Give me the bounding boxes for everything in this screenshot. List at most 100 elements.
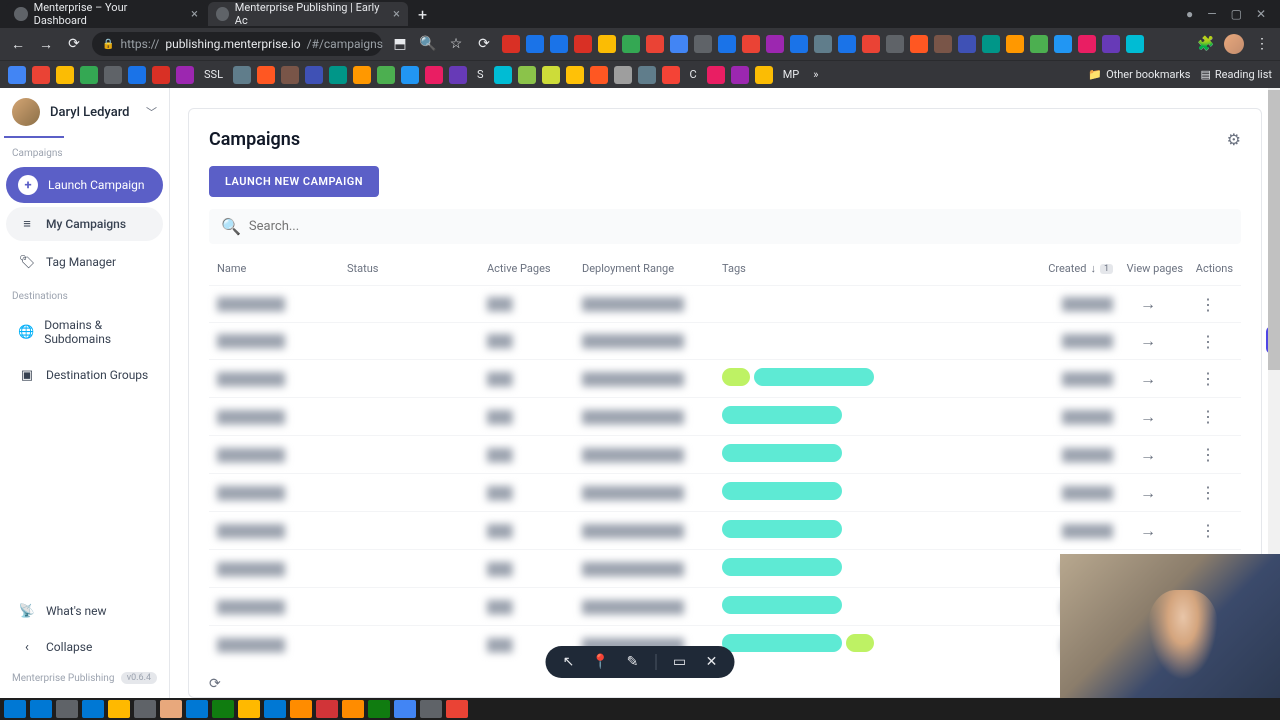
row-actions-button[interactable]: ⋮: [1200, 521, 1216, 540]
sidebar-item-whats-new[interactable]: 📡 What's new: [6, 594, 163, 628]
close-icon[interactable]: ×: [393, 7, 400, 22]
bookmark-icon[interactable]: [104, 66, 122, 84]
col-name[interactable]: Name: [217, 262, 347, 275]
user-menu[interactable]: Daryl Ledyard ﹀: [0, 88, 169, 136]
taskbar-app[interactable]: [264, 700, 286, 718]
bookmarks-overflow[interactable]: »: [809, 68, 822, 81]
extension-icon[interactable]: [598, 35, 616, 53]
settings-icon[interactable]: ⚙: [1227, 130, 1241, 149]
row-actions-button[interactable]: ⋮: [1200, 445, 1216, 464]
zoom-icon[interactable]: 🔍: [418, 36, 438, 52]
extension-icon[interactable]: [550, 35, 568, 53]
row-actions-button[interactable]: ⋮: [1200, 407, 1216, 426]
bookmark-icon[interactable]: [80, 66, 98, 84]
record-icon[interactable]: ●: [1186, 7, 1193, 21]
bookmark-icon[interactable]: [233, 66, 251, 84]
bookmark-icon[interactable]: [614, 66, 632, 84]
bookmark-label[interactable]: C: [686, 68, 701, 81]
bookmark-icon[interactable]: [755, 66, 773, 84]
pointer-tool-icon[interactable]: ↖: [560, 654, 578, 670]
taskbar-app[interactable]: [238, 700, 260, 718]
bookmark-icon[interactable]: [662, 66, 680, 84]
bookmark-icon[interactable]: [257, 66, 275, 84]
bookmark-icon[interactable]: [281, 66, 299, 84]
bookmark-icon[interactable]: [449, 66, 467, 84]
bookmark-icon[interactable]: [425, 66, 443, 84]
taskbar-app[interactable]: [186, 700, 208, 718]
extension-icon[interactable]: [574, 35, 592, 53]
extension-icon[interactable]: [766, 35, 784, 53]
reload-button[interactable]: ⟳: [64, 36, 84, 52]
extension-icon[interactable]: [502, 35, 520, 53]
launch-new-campaign-button[interactable]: LAUNCH NEW CAMPAIGN: [209, 166, 379, 197]
extension-icon[interactable]: [958, 35, 976, 53]
taskbar-app[interactable]: [368, 700, 390, 718]
bookmark-label[interactable]: MP: [779, 68, 804, 81]
table-row[interactable]: ████████ ███ ████████████ ██████ → ⋮: [209, 435, 1241, 473]
view-pages-button[interactable]: →: [1140, 445, 1156, 464]
start-button[interactable]: [4, 700, 26, 718]
extension-icon[interactable]: [694, 35, 712, 53]
table-row[interactable]: ████████ ███ ████████████ ██████ → ⋮: [209, 473, 1241, 511]
view-pages-button[interactable]: →: [1140, 369, 1156, 388]
bookmark-icon[interactable]: [566, 66, 584, 84]
taskbar-app[interactable]: [212, 700, 234, 718]
col-active-pages[interactable]: Active Pages: [487, 262, 582, 275]
extension-icon[interactable]: [670, 35, 688, 53]
star-icon[interactable]: ☆: [446, 36, 466, 52]
extension-icon[interactable]: [814, 35, 832, 53]
reading-list-button[interactable]: ▤ Reading list: [1201, 68, 1273, 81]
sidebar-item-tag-manager[interactable]: 🏷 Tag Manager: [6, 245, 163, 279]
extensions-icon[interactable]: 🧩: [1196, 36, 1216, 52]
close-window-icon[interactable]: ✕: [1256, 7, 1266, 21]
browser-tab[interactable]: Menterprise – Your Dashboard ×: [6, 2, 206, 26]
taskbar-app[interactable]: [420, 700, 442, 718]
browser-tab-active[interactable]: Menterprise Publishing | Early Ac ×: [208, 2, 408, 26]
view-pages-button[interactable]: →: [1140, 483, 1156, 502]
pin-tool-icon[interactable]: 📍: [592, 654, 610, 670]
col-deployment-range[interactable]: Deployment Range: [582, 262, 722, 275]
sidebar-item-my-campaigns[interactable]: ≡ My Campaigns: [6, 207, 163, 241]
extension-icon[interactable]: [718, 35, 736, 53]
screen-tool-icon[interactable]: ▭: [671, 654, 689, 670]
close-toolbar-icon[interactable]: ✕: [703, 654, 721, 670]
bookmark-icon[interactable]: [56, 66, 74, 84]
search-bar[interactable]: 🔍: [209, 209, 1241, 244]
reload-table-button[interactable]: ⟳: [209, 676, 221, 692]
bookmark-icon[interactable]: [176, 66, 194, 84]
view-pages-button[interactable]: →: [1140, 521, 1156, 540]
taskbar-app[interactable]: [134, 700, 156, 718]
table-row[interactable]: ████████ ███ ████████████ ██████ → ⋮: [209, 322, 1241, 359]
table-row[interactable]: ████████ ███ ████████████ ██████ → ⋮: [209, 397, 1241, 435]
col-status[interactable]: Status: [347, 262, 487, 275]
bookmark-icon[interactable]: [152, 66, 170, 84]
taskbar-app[interactable]: [342, 700, 364, 718]
row-actions-button[interactable]: ⋮: [1200, 332, 1216, 351]
bookmark-icon[interactable]: [8, 66, 26, 84]
sidebar-item-domains[interactable]: 🌐 Domains & Subdomains: [6, 310, 163, 354]
bookmark-icon[interactable]: [494, 66, 512, 84]
view-pages-button[interactable]: →: [1140, 331, 1156, 350]
extension-icon[interactable]: [862, 35, 880, 53]
sidebar-item-destination-groups[interactable]: ▣ Destination Groups: [6, 358, 163, 392]
bookmark-icon[interactable]: [638, 66, 656, 84]
bookmark-icon[interactable]: [329, 66, 347, 84]
row-actions-button[interactable]: ⋮: [1200, 369, 1216, 388]
bookmark-icon[interactable]: [518, 66, 536, 84]
extension-icon[interactable]: [1006, 35, 1024, 53]
webcam-overlay[interactable]: [1060, 554, 1280, 698]
taskbar-app[interactable]: [30, 700, 52, 718]
taskbar-app[interactable]: [82, 700, 104, 718]
view-pages-button[interactable]: →: [1140, 407, 1156, 426]
extension-icon[interactable]: [742, 35, 760, 53]
maximize-icon[interactable]: ▢: [1231, 7, 1242, 21]
menu-icon[interactable]: ⋮: [1252, 36, 1272, 52]
bookmark-icon[interactable]: [731, 66, 749, 84]
bookmark-icon[interactable]: [305, 66, 323, 84]
pen-tool-icon[interactable]: ✎: [624, 654, 642, 670]
extension-icon[interactable]: [526, 35, 544, 53]
profile-avatar[interactable]: [1224, 34, 1244, 54]
bookmark-icon[interactable]: [542, 66, 560, 84]
new-tab-button[interactable]: +: [410, 5, 435, 24]
extension-icon[interactable]: [934, 35, 952, 53]
